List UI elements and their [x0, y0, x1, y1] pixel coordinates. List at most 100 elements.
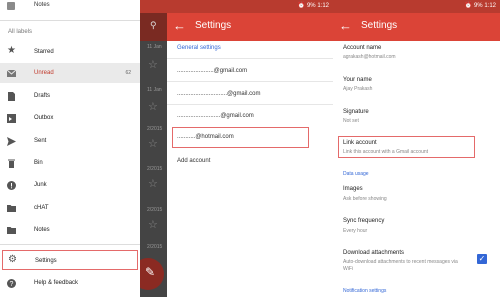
warning-icon	[7, 181, 16, 190]
draft-icon	[7, 92, 16, 101]
account-settings-panel: ⏰ 9% 1:12 ← Settings Account name agraka…	[333, 0, 500, 297]
page-title: Settings	[195, 20, 232, 31]
general-settings-item[interactable]: General settings	[177, 45, 221, 51]
gear-icon: ⚙	[8, 254, 17, 265]
star-icon: ☆	[148, 59, 158, 71]
drawer-item-drafts[interactable]: Drafts	[0, 86, 140, 106]
section-header-all-labels: All labels	[8, 29, 33, 35]
divider	[167, 81, 333, 82]
trash-icon	[7, 159, 16, 168]
battery-percent: 9%	[306, 3, 316, 9]
setting-subtitle: Ajay Prakash	[343, 86, 373, 92]
account-item[interactable]: ..........................@gmail.com	[177, 113, 254, 119]
drawer-item-label: Starred	[34, 49, 54, 55]
drawer-item-notes-top[interactable]: Notes	[0, 0, 140, 13]
help-icon: ?	[7, 279, 16, 288]
send-icon	[7, 137, 16, 146]
drawer-item-junk[interactable]: Junk	[0, 175, 140, 195]
divider	[0, 244, 140, 245]
clock: 1:12	[317, 3, 329, 9]
page-title: Settings	[361, 20, 398, 31]
back-arrow-icon[interactable]: ←	[173, 19, 186, 33]
setting-subtitle: Link this account with a Gmail account	[343, 149, 429, 155]
status-bar: ⏰ 9% 1:12	[167, 0, 333, 13]
download-attachments-checkbox[interactable]: ✓	[477, 254, 487, 264]
setting-title: Account name	[343, 45, 382, 51]
search-icon: ⚲	[150, 20, 157, 30]
setting-subtitle: agrakash@hotmail.com	[343, 54, 396, 60]
setting-title: Signature	[343, 109, 369, 115]
section-header-notification-settings: Notification settings	[343, 288, 387, 294]
setting-title: Your name	[343, 77, 372, 83]
folder-icon	[7, 226, 16, 235]
pencil-icon: ✎	[145, 265, 156, 279]
clock: 1:12	[484, 3, 496, 9]
settings-panel: ⏰ 9% 1:12 ← Settings General settings ..…	[167, 0, 333, 297]
account-item[interactable]: ......................@gmail.com	[177, 68, 247, 74]
divider	[167, 104, 333, 105]
drawer-item-starred[interactable]: ★ Starred	[0, 42, 140, 62]
account-item[interactable]: ..............................@gmail.com	[177, 91, 260, 97]
unread-count: 62	[125, 70, 131, 76]
drawer-item-help-feedback[interactable]: ? Help & feedback	[0, 273, 140, 293]
drawer-item-bin[interactable]: Bin	[0, 153, 140, 173]
drawer-item-label: Settings	[35, 258, 57, 264]
drawer-item-label: Notes	[34, 227, 50, 233]
status-icons: ⏰ 9% 1:12	[298, 2, 329, 9]
setting-subtitle: Ask before showing	[343, 196, 387, 202]
background-date: 2/2015	[147, 166, 163, 172]
outbox-icon	[7, 114, 16, 123]
setting-title: Link account	[343, 140, 377, 146]
star-icon: ☆	[148, 101, 158, 113]
setting-subtitle: Every hour	[343, 228, 368, 234]
background-date: 11 Jan	[147, 44, 162, 50]
folder-icon	[7, 204, 16, 213]
drawer-item-outbox[interactable]: Outbox	[0, 108, 140, 128]
star-icon: ☆	[148, 219, 158, 231]
star-icon: ☆	[148, 138, 158, 150]
navigation-drawer: Notes All labels ★ Starred Unread 62 Dra…	[0, 0, 140, 297]
alarm-icon: ⏰	[297, 3, 306, 9]
drawer-item-label: Outbox	[34, 115, 54, 121]
app-bar: ← Settings	[333, 13, 500, 41]
background-date: 2/2015	[147, 244, 163, 250]
app-bar: ← Settings	[167, 13, 333, 41]
setting-title: Sync frequency	[343, 218, 385, 224]
drawer-item-label: Bin	[34, 160, 43, 166]
divider	[0, 20, 140, 21]
star-icon: ☆	[148, 178, 158, 190]
drawer-item-label: Help & feedback	[34, 280, 79, 286]
setting-subtitle: Not set	[343, 118, 359, 124]
setting-title: Download attachments	[343, 250, 405, 256]
background-date: 11 Jan	[147, 87, 162, 93]
inbox-icon	[7, 69, 16, 78]
drawer-item-label: Unread	[34, 70, 54, 76]
drawer-item-notes[interactable]: Notes	[0, 220, 140, 240]
drawer-item-label: Sent	[34, 138, 47, 144]
status-bar: ⏰ 9% 1:12	[333, 0, 500, 13]
drawer-item-unread[interactable]: Unread 62	[0, 63, 140, 83]
setting-subtitle: Auto-download attachments to recent mess…	[343, 259, 458, 272]
drawer-item-label: Junk	[34, 182, 47, 188]
divider	[167, 58, 333, 59]
background-date: 2/2015	[147, 207, 163, 213]
back-arrow-icon[interactable]: ←	[339, 19, 352, 33]
add-account-button[interactable]: Add account	[177, 158, 210, 164]
background-date: 2/2015	[147, 126, 163, 132]
alarm-icon: ⏰	[464, 3, 473, 9]
drawer-item-label: Drafts	[34, 93, 51, 99]
drawer-item-chat[interactable]: cHAT	[0, 198, 140, 218]
account-item-hotmail[interactable]: ...........@hotmail.com	[177, 134, 234, 140]
battery-percent: 9%	[473, 3, 483, 9]
drawer-panel: ⚲ 11 Jan ☆ 11 Jan ☆ 2/2015 ☆ 2/2015 ☆ 2/…	[0, 0, 167, 297]
star-icon: ★	[7, 45, 16, 56]
drawer-item-label: Notes	[34, 2, 50, 8]
folder-icon	[7, 2, 15, 10]
svg-text:?: ?	[10, 281, 14, 288]
section-header-data-usage: Data usage	[343, 171, 369, 177]
drawer-item-sent[interactable]: Sent	[0, 131, 140, 151]
setting-title: Images	[343, 186, 363, 192]
drawer-item-label: cHAT	[34, 205, 49, 211]
status-icons: ⏰ 9% 1:12	[465, 2, 496, 9]
drawer-item-settings[interactable]: ⚙ Settings	[2, 250, 138, 270]
